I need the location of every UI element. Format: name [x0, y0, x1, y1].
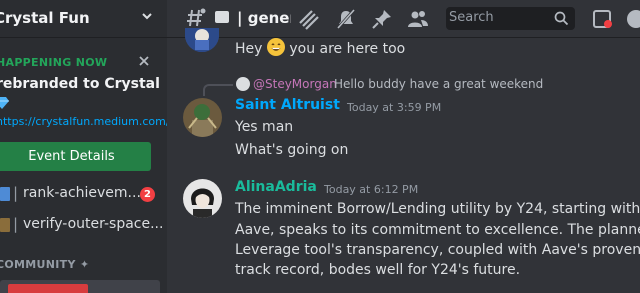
sidebar-item-verify-outer-space[interactable]: | verify-outer-space... [0, 211, 164, 239]
channel-emoji-icon [0, 187, 10, 201]
reply-username[interactable]: @SteyMorgan [253, 77, 337, 91]
close-icon[interactable] [137, 54, 151, 68]
help-icon[interactable] [625, 8, 640, 30]
reply-avatar [236, 77, 250, 91]
message-text: Aave, speaks to its commitment to excell… [235, 222, 640, 238]
app-window: Crystal Fun HAPPENING NOW rebranded to C… [0, 0, 640, 293]
category-community[interactable]: COMMUNITY ✦ [0, 258, 89, 271]
channel-header: | general Search [167, 0, 640, 38]
message-timestamp: Today at 3:59 PM [347, 101, 442, 114]
channel-name: rank-achievem... [23, 185, 141, 201]
message-author[interactable]: Saint Altruist [235, 97, 340, 113]
inbox-icon[interactable] [591, 8, 613, 30]
member-list-icon[interactable] [407, 8, 429, 30]
search-placeholder: Search [449, 10, 494, 25]
grinning-emoji-icon [266, 38, 285, 56]
channel-label-redacted [8, 284, 88, 293]
channel-title: | general [237, 9, 291, 27]
avatar[interactable] [185, 28, 219, 52]
channel-separator: | [13, 184, 19, 202]
selected-channel[interactable] [0, 280, 160, 293]
avatar-image [183, 98, 222, 137]
sidebar-item-rank-achievements[interactable]: | rank-achievem... 2 [0, 180, 160, 208]
channel-separator: | [13, 215, 19, 233]
avatar-image [185, 28, 219, 52]
channel-sidebar: Crystal Fun HAPPENING NOW rebranded to C… [0, 0, 167, 293]
message-text-end: you are here too [284, 41, 406, 57]
message-text: track record, bodes well for Y24's futur… [235, 262, 521, 278]
mute-icon[interactable] [335, 8, 357, 30]
pin-icon[interactable] [371, 8, 393, 30]
event-banner: HAPPENING NOW rebranded to Crystal https… [0, 50, 167, 174]
message-text: Yes man [235, 119, 294, 135]
message-list: Hey you are here too @SteyMorgan Hello b… [167, 28, 640, 293]
message-text-start: Hey [235, 41, 267, 57]
message-author[interactable]: AlinaAdria [235, 179, 317, 195]
channel-emoji-icon [0, 218, 10, 232]
avatar[interactable] [183, 98, 222, 137]
threads-icon[interactable] [186, 7, 206, 29]
search-input[interactable]: Search [446, 7, 575, 30]
server-header[interactable]: Crystal Fun [0, 0, 167, 38]
message-text: Hey you are here too [235, 38, 405, 57]
channel-title-clip: | general [231, 0, 291, 38]
event-title: rebranded to Crystal [0, 76, 160, 92]
message-text: What's going on [235, 142, 349, 158]
server-name: Crystal Fun [0, 9, 90, 27]
notification-settings-icon[interactable] [297, 8, 319, 30]
chevron-down-icon [142, 13, 152, 20]
reply-preview[interactable]: Hello buddy have a great weekend [334, 77, 543, 91]
diamond-icon [0, 97, 9, 109]
event-link[interactable]: https://crystalfun.medium.com/we- [0, 115, 167, 128]
message-text: The imminent Borrow/Lending utility by Y… [235, 201, 640, 217]
avatar-image [183, 179, 222, 218]
search-icon [554, 11, 569, 26]
reply-spine [203, 84, 233, 96]
announcement-channel-icon [215, 11, 229, 23]
event-status: HAPPENING NOW [0, 56, 108, 69]
message-text: Leverage tool's transparency, coupled wi… [235, 242, 640, 258]
mention-badge: 2 [140, 187, 155, 202]
message-timestamp: Today at 6:12 PM [324, 183, 419, 196]
avatar[interactable] [183, 179, 222, 218]
event-details-button[interactable]: Event Details [0, 142, 151, 171]
channel-name: verify-outer-space... [23, 216, 164, 232]
